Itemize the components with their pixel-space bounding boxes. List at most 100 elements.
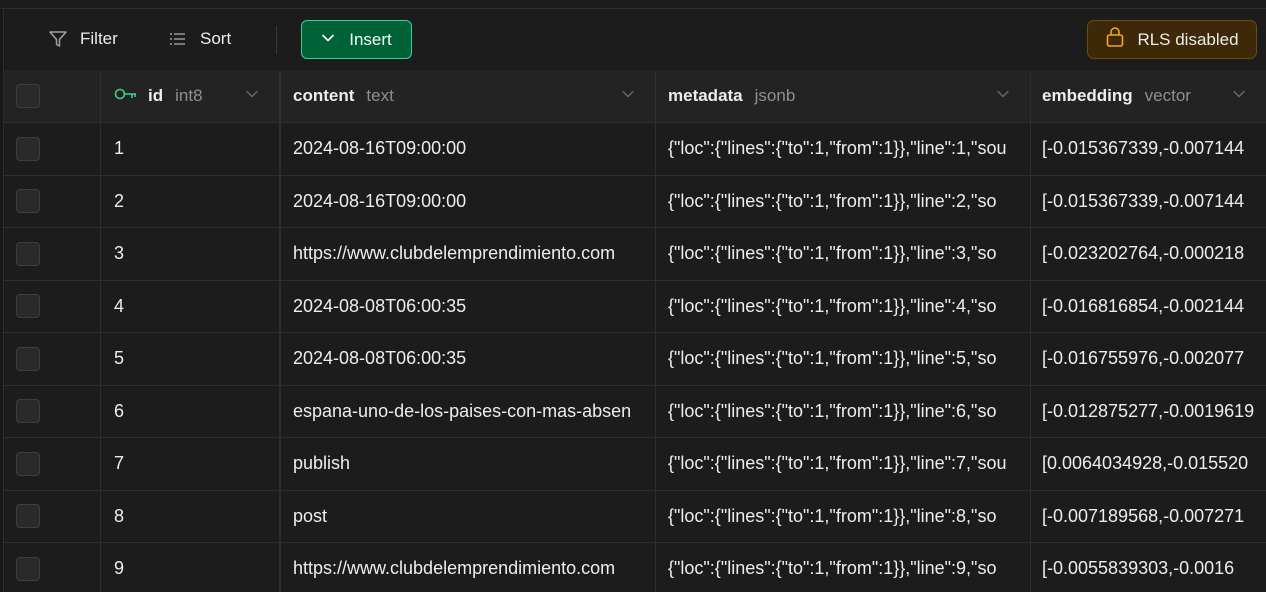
insert-button[interactable]: Insert	[301, 20, 412, 59]
cell-content[interactable]: publish	[281, 438, 656, 490]
row-checkbox[interactable]	[16, 346, 40, 371]
column-header-embedding[interactable]: embedding vector	[1031, 70, 1266, 122]
cell-embedding[interactable]: [-0.0055839303,-0.0016	[1031, 543, 1266, 592]
top-border	[0, 0, 1266, 9]
cell-metadata[interactable]: {"loc":{"lines":{"to":1,"from":1}},"line…	[656, 333, 1031, 385]
cell-id[interactable]: 1	[101, 123, 281, 175]
column-name: metadata	[668, 86, 743, 105]
sort-button[interactable]: Sort	[168, 22, 231, 56]
cell-id[interactable]: 7	[101, 438, 281, 490]
cell-content[interactable]: espana-uno-de-los-paises-con-mas-absen	[281, 385, 656, 437]
cell-value: 1	[114, 138, 125, 159]
cell-id[interactable]: 4	[101, 280, 281, 332]
row-checkbox[interactable]	[16, 504, 40, 529]
row-select-cell	[4, 228, 101, 280]
column-header-metadata[interactable]: metadata jsonb	[656, 70, 1031, 122]
table-row[interactable]: 2 2024-08-16T09:00:00 {"loc":{"lines":{"…	[4, 175, 1266, 228]
column-type: text	[366, 86, 394, 105]
column-type: int8	[175, 86, 203, 105]
select-all-checkbox[interactable]	[16, 84, 40, 108]
cell-metadata[interactable]: {"loc":{"lines":{"to":1,"from":1}},"line…	[656, 280, 1031, 332]
table-row[interactable]: 3 https://www.clubdelemprendimiento.com …	[4, 228, 1266, 281]
cell-metadata[interactable]: {"loc":{"lines":{"to":1,"from":1}},"line…	[656, 175, 1031, 227]
cell-value: 2024-08-16T09:00:00	[293, 138, 467, 159]
row-checkbox[interactable]	[16, 136, 40, 161]
cell-value: {"loc":{"lines":{"to":1,"from":1}},"line…	[668, 453, 1007, 474]
cell-content[interactable]: https://www.clubdelemprendimiento.com	[281, 228, 656, 280]
cell-embedding[interactable]: [-0.015367339,-0.007144	[1031, 176, 1266, 228]
cell-id[interactable]: 6	[101, 385, 281, 437]
cell-value: 2024-08-16T09:00:00	[293, 190, 467, 211]
cell-value: [-0.012875277,-0.0019619	[1042, 400, 1255, 421]
chevron-down-icon[interactable]	[996, 86, 1010, 106]
column-name: content	[293, 86, 355, 105]
column-name: id	[148, 86, 164, 105]
cell-metadata[interactable]: {"loc":{"lines":{"to":1,"from":1}},"line…	[656, 385, 1031, 437]
cell-embedding[interactable]: [-0.007189568,-0.007271	[1031, 491, 1266, 543]
cell-id[interactable]: 9	[101, 543, 281, 592]
row-select-cell	[4, 385, 101, 437]
column-type: vector	[1144, 86, 1191, 105]
table-row[interactable]: 7 publish {"loc":{"lines":{"to":1,"from"…	[4, 438, 1266, 491]
cell-value: 9	[114, 558, 125, 579]
cell-value: post	[293, 505, 328, 526]
table-row[interactable]: 5 2024-08-08T06:00:35 {"loc":{"lines":{"…	[4, 333, 1266, 386]
row-checkbox[interactable]	[16, 294, 40, 319]
row-checkbox[interactable]	[16, 556, 40, 581]
cell-content[interactable]: 2024-08-08T06:00:35	[281, 280, 656, 332]
cell-embedding[interactable]: [0.0064034928,-0.015520	[1031, 438, 1266, 490]
cell-metadata[interactable]: {"loc":{"lines":{"to":1,"from":1}},"line…	[656, 490, 1031, 542]
cell-id[interactable]: 8	[101, 490, 281, 542]
cell-id[interactable]: 3	[101, 228, 281, 280]
table-toolbar: Filter Sort Insert RLS disabled	[4, 10, 1266, 70]
cell-embedding[interactable]: [-0.012875277,-0.0019619	[1031, 386, 1266, 438]
table-row[interactable]: 8 post {"loc":{"lines":{"to":1,"from":1}…	[4, 490, 1266, 543]
row-checkbox[interactable]	[16, 189, 40, 214]
row-select-cell	[4, 543, 101, 592]
row-checkbox[interactable]	[16, 451, 40, 476]
rls-disabled-button[interactable]: RLS disabled	[1087, 20, 1257, 59]
row-select-cell	[4, 438, 101, 490]
chevron-down-icon[interactable]	[1232, 86, 1246, 106]
column-header-id[interactable]: id int8	[101, 70, 281, 122]
column-header-content[interactable]: content text	[281, 70, 656, 122]
cell-embedding[interactable]: [-0.016816854,-0.002144	[1031, 281, 1266, 333]
row-select-cell	[4, 490, 101, 542]
cell-content[interactable]: post	[281, 490, 656, 542]
table-row[interactable]: 6 espana-uno-de-los-paises-con-mas-absen…	[4, 385, 1266, 438]
cell-content[interactable]: https://www.clubdelemprendimiento.com	[281, 543, 656, 592]
cell-value: {"loc":{"lines":{"to":1,"from":1}},"line…	[668, 505, 997, 526]
chevron-down-icon[interactable]	[245, 86, 259, 106]
cell-embedding[interactable]: [-0.015367339,-0.007144	[1031, 123, 1266, 175]
cell-metadata[interactable]: {"loc":{"lines":{"to":1,"from":1}},"line…	[656, 543, 1031, 592]
cell-value: [-0.015367339,-0.007144	[1042, 190, 1245, 211]
table-row[interactable]: 4 2024-08-08T06:00:35 {"loc":{"lines":{"…	[4, 280, 1266, 333]
table-row[interactable]: 9 https://www.clubdelemprendimiento.com …	[4, 543, 1266, 592]
cell-embedding[interactable]: [-0.023202764,-0.000218	[1031, 228, 1266, 280]
chevron-down-icon[interactable]	[621, 86, 635, 106]
cell-id[interactable]: 2	[101, 175, 281, 227]
cell-value: {"loc":{"lines":{"to":1,"from":1}},"line…	[668, 190, 997, 211]
row-checkbox[interactable]	[16, 399, 40, 424]
row-checkbox[interactable]	[16, 241, 40, 266]
table-row[interactable]: 1 2024-08-16T09:00:00 {"loc":{"lines":{"…	[4, 123, 1266, 176]
cell-id[interactable]: 5	[101, 333, 281, 385]
cell-value: 4	[114, 295, 125, 316]
row-select-cell	[4, 333, 101, 385]
cell-content[interactable]: 2024-08-16T09:00:00	[281, 123, 656, 175]
cell-content[interactable]: 2024-08-16T09:00:00	[281, 175, 656, 227]
cell-content[interactable]: 2024-08-08T06:00:35	[281, 333, 656, 385]
cell-value: 3	[114, 243, 125, 264]
cell-value: [-0.015367339,-0.007144	[1042, 138, 1245, 159]
lock-icon	[1105, 26, 1125, 53]
filter-button[interactable]: Filter	[48, 22, 118, 56]
cell-embedding[interactable]: [-0.016755976,-0.002077	[1031, 333, 1266, 385]
cell-value: {"loc":{"lines":{"to":1,"from":1}},"line…	[668, 400, 997, 421]
cell-metadata[interactable]: {"loc":{"lines":{"to":1,"from":1}},"line…	[656, 438, 1031, 490]
cell-metadata[interactable]: {"loc":{"lines":{"to":1,"from":1}},"line…	[656, 228, 1031, 280]
column-name: embedding	[1042, 86, 1133, 105]
cell-value: 7	[114, 453, 125, 474]
cell-metadata[interactable]: {"loc":{"lines":{"to":1,"from":1}},"line…	[656, 123, 1031, 175]
cell-value: 2024-08-08T06:00:35	[293, 295, 467, 316]
cell-value: {"loc":{"lines":{"to":1,"from":1}},"line…	[668, 138, 1007, 159]
